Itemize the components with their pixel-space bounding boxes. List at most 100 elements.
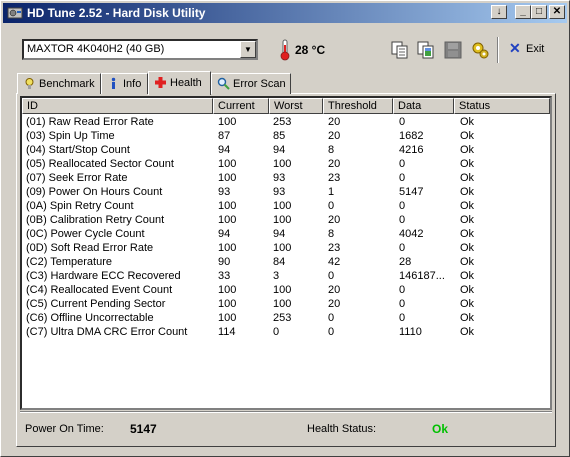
- table-row[interactable]: (C6) Offline Uncorrectable 100 253 0 0 Ok: [22, 311, 550, 325]
- table-row[interactable]: (C4) Reallocated Event Count 100 100 20 0 Ok: [22, 283, 550, 297]
- cell-status: Ok: [460, 256, 475, 268]
- cell-worst-value: 3: [273, 270, 280, 282]
- table-row[interactable]: (05) Reallocated Sector Count 100 100 20 0 Ok: [22, 157, 550, 171]
- cell-threshold-value: 20: [328, 158, 341, 170]
- cell-current-value: 100: [218, 116, 237, 128]
- table-row[interactable]: (09) Power On Hours Count 93 93 1 5147 Ok: [22, 185, 550, 199]
- maximize-button[interactable]: □: [531, 5, 547, 19]
- cell-attribute-id: (C5) Current Pending Sector: [26, 298, 166, 310]
- cell-attribute-id: (0B) Calibration Retry Count: [26, 214, 165, 226]
- cell-attribute-id: (01) Raw Read Error Rate: [26, 116, 154, 128]
- cell-attribute-id: (C2) Temperature: [26, 256, 112, 268]
- cell-worst-value: 85: [273, 130, 286, 142]
- save-icon[interactable]: [442, 39, 464, 61]
- cell-raw-data: 0: [399, 200, 406, 212]
- cell-threshold-value: 20: [328, 116, 341, 128]
- column-header-threshold[interactable]: Threshold: [323, 98, 393, 114]
- cell-status: Ok: [460, 284, 475, 296]
- cell-threshold-value: 42: [328, 256, 341, 268]
- table-row[interactable]: (0B) Calibration Retry Count 100 100 20 0 Ok: [22, 213, 550, 227]
- tab-error-scan-label: Error Scan: [233, 78, 286, 90]
- column-header-worst[interactable]: Worst: [269, 98, 323, 114]
- tab-health-label: Health: [170, 77, 202, 89]
- column-header-data[interactable]: Data: [393, 98, 454, 114]
- cell-status: Ok: [460, 326, 475, 338]
- table-row[interactable]: (0C) Power Cycle Count 94 94 8 4042 Ok: [22, 227, 550, 241]
- tab-health[interactable]: Health: [148, 71, 211, 95]
- cell-current-value: 100: [218, 242, 237, 254]
- cell-worst-value: 100: [273, 242, 292, 254]
- minimize-button[interactable]: _: [515, 5, 531, 19]
- toolbar-separator: [497, 37, 499, 63]
- cell-attribute-id: (05) Reallocated Sector Count: [26, 158, 174, 170]
- cell-worst-value: 100: [273, 200, 292, 212]
- cell-current-value: 94: [218, 144, 231, 156]
- cell-raw-data: 0: [399, 312, 406, 324]
- cell-status: Ok: [460, 312, 475, 324]
- table-row[interactable]: (C2) Temperature 90 84 42 28 Ok: [22, 255, 550, 269]
- cell-current-value: 33: [218, 270, 231, 282]
- column-header-status[interactable]: Status: [454, 98, 550, 114]
- dropdown-down-button[interactable]: ↓: [491, 5, 507, 19]
- column-header-id[interactable]: ID: [22, 98, 213, 114]
- health-cross-icon: [155, 77, 166, 88]
- table-row[interactable]: (C7) Ultra DMA CRC Error Count 114 0 0 1110 O…: [22, 325, 550, 339]
- cell-attribute-id: (C4) Reallocated Event Count: [26, 284, 173, 296]
- cell-worst-value: 93: [273, 186, 286, 198]
- drive-select[interactable]: MAXTOR 4K040H2 (40 GB) ▼: [22, 39, 258, 60]
- cell-attribute-id: (C6) Offline Uncorrectable: [26, 312, 154, 324]
- table-row[interactable]: (0A) Spin Retry Count 100 100 0 0 Ok: [22, 199, 550, 213]
- cell-raw-data: 0: [399, 298, 406, 310]
- cell-status: Ok: [460, 172, 475, 184]
- cell-raw-data: 5147: [399, 186, 424, 198]
- exit-button[interactable]: ✕ Exit: [507, 40, 551, 60]
- cell-threshold-value: 0: [328, 270, 335, 282]
- cell-status: Ok: [460, 130, 475, 142]
- cell-worst-value: 84: [273, 256, 286, 268]
- cell-worst-value: 100: [273, 284, 292, 296]
- copy-text-icon[interactable]: [389, 39, 411, 61]
- cell-attribute-id: (C7) Ultra DMA CRC Error Count: [26, 326, 188, 338]
- chevron-down-icon[interactable]: ▼: [240, 41, 256, 58]
- title-bar[interactable]: HD Tune 2.52 - Hard Disk Utility ↓ _ □ ✕: [3, 3, 567, 23]
- exit-label: Exit: [526, 43, 545, 55]
- cell-current-value: 100: [218, 172, 237, 184]
- cell-worst-value: 100: [273, 298, 292, 310]
- cell-current-value: 100: [218, 200, 237, 212]
- table-row[interactable]: (C5) Current Pending Sector 100 100 20 0 Ok: [22, 297, 550, 311]
- table-row[interactable]: (C3) Hardware ECC Recovered 33 3 0 146187...…: [22, 269, 550, 283]
- cell-raw-data: 1110: [399, 326, 422, 338]
- close-button[interactable]: ✕: [549, 5, 565, 19]
- table-row[interactable]: (03) Spin Up Time 87 85 20 1682 Ok: [22, 129, 550, 143]
- options-icon[interactable]: [469, 39, 491, 61]
- cell-status: Ok: [460, 270, 475, 282]
- app-window: HD Tune 2.52 - Hard Disk Utility ↓ _ □ ✕…: [0, 0, 570, 457]
- column-header-current[interactable]: Current: [213, 98, 269, 114]
- cell-attribute-id: (07) Seek Error Rate: [26, 172, 128, 184]
- cell-raw-data: 28: [399, 256, 412, 268]
- tab-info[interactable]: Info: [101, 73, 148, 94]
- cell-raw-data: 1682: [399, 130, 424, 142]
- tab-error-scan[interactable]: Error Scan: [211, 73, 291, 94]
- cell-status: Ok: [460, 228, 475, 240]
- tab-info-label: Info: [123, 78, 142, 90]
- cell-current-value: 100: [218, 298, 237, 310]
- benchmark-icon: [25, 78, 34, 89]
- table-row[interactable]: (0D) Soft Read Error Rate 100 100 23 0 Ok: [22, 241, 550, 255]
- cell-raw-data: 0: [399, 158, 406, 170]
- temperature-readout: 28 °C: [295, 43, 326, 57]
- cell-current-value: 94: [218, 228, 231, 240]
- table-row[interactable]: (07) Seek Error Rate 100 93 23 0 Ok: [22, 171, 550, 185]
- info-icon: [111, 77, 116, 89]
- copy-screenshot-icon[interactable]: [415, 39, 437, 61]
- cell-current-value: 90: [218, 256, 231, 268]
- smart-attributes-list[interactable]: ID Current Worst Threshold Data Status (…: [20, 96, 552, 410]
- cell-threshold-value: 23: [328, 242, 341, 254]
- window-title: HD Tune 2.52 - Hard Disk Utility: [27, 6, 206, 20]
- health-status-label: Health Status:: [307, 423, 377, 435]
- table-row[interactable]: (04) Start/Stop Count 94 94 8 4216 Ok: [22, 143, 550, 157]
- tab-benchmark[interactable]: Benchmark: [17, 73, 101, 94]
- cell-threshold-value: 23: [328, 172, 341, 184]
- cell-attribute-id: (0A) Spin Retry Count: [26, 200, 134, 212]
- table-row[interactable]: (01) Raw Read Error Rate 100 253 20 0 Ok: [22, 115, 550, 129]
